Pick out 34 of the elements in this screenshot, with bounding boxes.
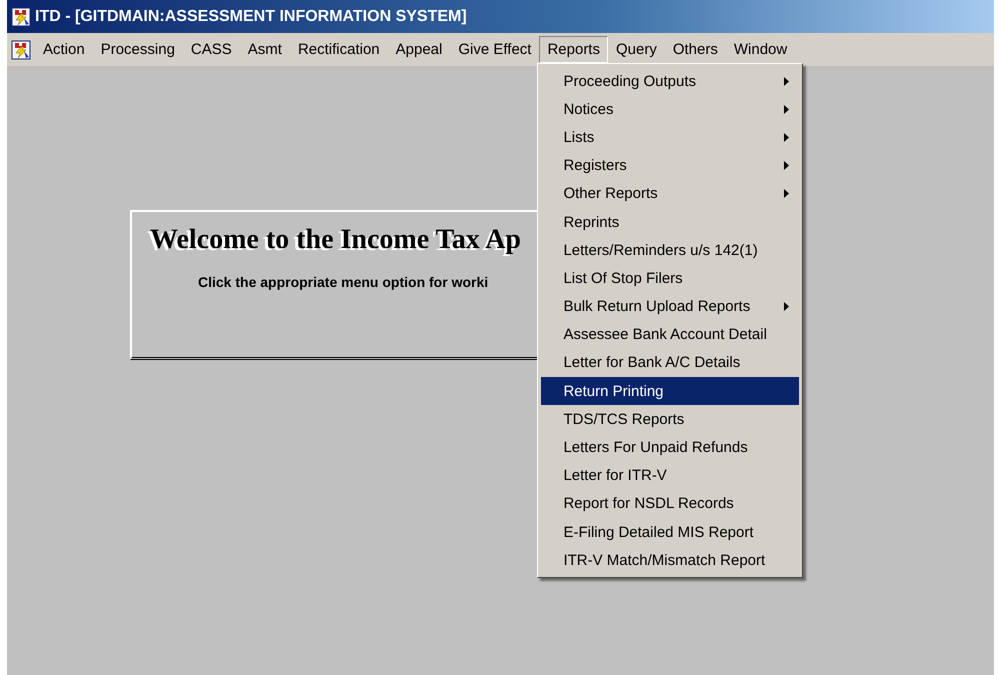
menu-option[interactable]: Bulk Return Upload Reports <box>541 292 800 321</box>
menu-option[interactable]: Letter for ITR-V <box>541 462 800 490</box>
menu-item[interactable]: Window <box>726 36 796 63</box>
menu-item[interactable]: Action <box>35 36 93 63</box>
menu-option[interactable]: Letters/Reminders u/s 142(1) <box>541 236 800 264</box>
menu-option[interactable]: Notices <box>541 95 800 124</box>
menu-option[interactable]: Report for NSDL Records <box>541 490 800 518</box>
menu-option[interactable]: Letters For Unpaid Refunds <box>541 433 800 462</box>
menu-option[interactable]: Proceeding Outputs <box>541 67 800 96</box>
menu-option[interactable]: TDS/TCS Reports <box>541 405 800 434</box>
menu-option[interactable]: Letter for Bank A/C Details <box>541 348 800 378</box>
window-title: ITD - [GITDMAIN:ASSESSMENT INFORMATION SYSTEM] <box>35 8 467 26</box>
menu-option[interactable]: Lists <box>541 123 800 152</box>
menu-item[interactable]: Give Effect <box>450 36 540 63</box>
welcome-message: Click the appropriate menu option for worki <box>198 274 488 290</box>
menu-option[interactable]: Other Reports <box>541 180 800 208</box>
menu-item[interactable]: Others <box>664 36 726 63</box>
menu-item[interactable]: Rectification <box>290 36 388 63</box>
menu-option[interactable]: Reprints <box>541 208 800 236</box>
lightning-icon[interactable] <box>11 40 31 60</box>
menu-option[interactable]: E-Filing Detailed MIS Report <box>541 518 800 546</box>
menu-option[interactable]: List Of Stop Filers <box>541 264 800 292</box>
menu-item[interactable]: Asmt <box>240 36 290 63</box>
menu-option[interactable]: ITR-V Match/Mismatch Report <box>541 546 800 574</box>
menu-item[interactable]: Processing <box>92 36 183 63</box>
lightning-icon <box>11 6 31 26</box>
menu-option[interactable]: Registers <box>541 152 800 180</box>
welcome-heading: Welcome to the Income Tax Ap <box>150 224 521 256</box>
menu-item[interactable]: Appeal <box>388 36 450 63</box>
menu-item[interactable]: Query <box>608 36 665 63</box>
menu-item[interactable]: CASS <box>182 36 240 63</box>
menu-item[interactable]: Reports <box>539 36 608 63</box>
menu-option[interactable]: Assessee Bank Account Detail <box>541 320 800 349</box>
menu-option[interactable]: Return Printing <box>541 377 800 406</box>
